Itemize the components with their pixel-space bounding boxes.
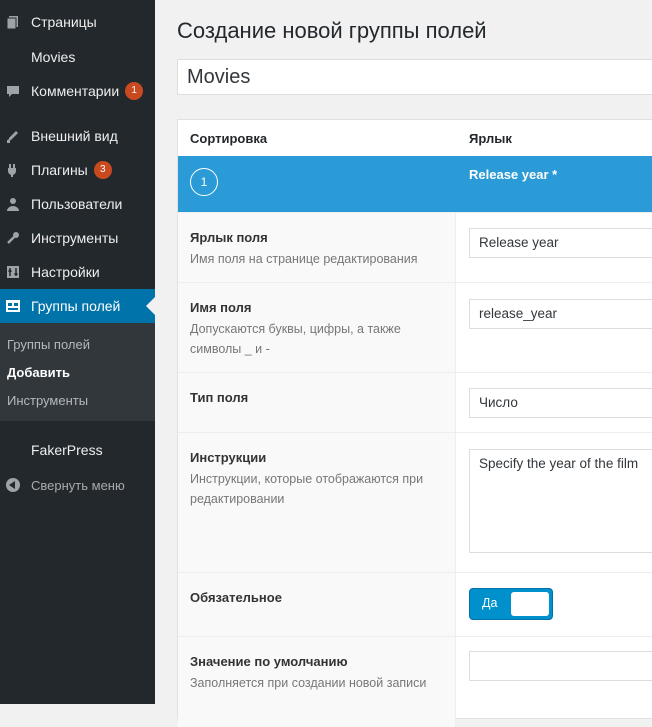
menu-label: Инструменты [31,230,119,246]
setting-title: Ярлык поля [190,230,268,245]
menu-item-movies[interactable]: Movies [0,40,155,74]
menu-label: Группы полей [31,298,121,314]
field-setting-instructions: Инструкции Инструкции, которые отображаю… [178,432,652,573]
wrench-icon [6,231,20,245]
instructions-textarea[interactable]: Specify the year of the film [469,449,652,553]
fields-table-header: Сортировка Ярлык [178,120,652,157]
column-header-label: Ярлык [469,131,512,146]
menu-item-fakerpress[interactable]: FakerPress [0,433,155,467]
field-order-number: 1 [190,168,218,196]
plugins-update-badge: 3 [93,161,112,179]
comments-count-badge: 1 [125,82,144,100]
collapse-arrow-icon [6,478,20,492]
setting-title: Обязательное [190,590,282,605]
menu-label: Страницы [31,14,97,30]
setting-title: Значение по умолчанию [190,654,348,669]
menu-item-comments[interactable]: Комментарии 1 [0,74,155,108]
fields-panel: Сортировка Ярлык 1 Release year * Ярлык … [177,119,652,727]
menu-label: Комментарии [31,83,120,99]
current-arrow [146,297,155,315]
field-type-select[interactable]: Число [469,388,652,418]
group-title-input[interactable]: Movies [177,59,652,95]
setting-title: Имя поля [190,300,252,315]
menu-label: Настройки [31,264,100,280]
field-groups-icon [6,299,20,313]
menu-label: FakerPress [31,442,103,458]
setting-description-line-1: Инструкции, которые отображаются при [190,472,424,486]
toggle-label: Да [482,596,498,610]
submenu-item-field-groups[interactable]: Группы полей [7,337,90,352]
field-name-input[interactable]: release_year [469,299,652,329]
collapse-label: Свернуть меню [31,477,125,493]
default-value-input[interactable] [469,651,652,681]
menu-item-tools[interactable]: Инструменты [0,221,155,255]
settings-icon [6,265,20,279]
comments-icon [6,84,20,98]
setting-description: Заполняется при создании новой записи [190,676,427,690]
menu-item-appearance[interactable]: Внешний вид [0,119,155,153]
field-title[interactable]: Release year * [469,167,557,182]
field-setting-default: Значение по умолчанию Заполняется при со… [178,636,652,727]
field-groups-submenu: Группы полей Добавить Инструменты [0,323,155,421]
setting-title: Инструкции [190,450,267,465]
field-setting-label: Ярлык поля Имя поля на странице редактир… [178,212,652,283]
page-title: Создание новой группы полей [177,18,487,43]
required-toggle[interactable]: Да [469,588,553,620]
admin-sidebar: Страницы Movies Комментарии 1 Внешний ви… [0,0,155,704]
menu-item-plugins[interactable]: Плагины 3 [0,153,155,187]
plugin-icon [6,163,20,177]
menu-item-users[interactable]: Пользователи [0,187,155,221]
submenu-item-add[interactable]: Добавить [7,365,70,380]
fakerpress-icon [6,443,20,457]
field-header-row[interactable]: 1 Release year * [178,156,652,212]
pages-icon [6,15,20,29]
column-header-order: Сортировка [190,131,268,146]
setting-label-column [178,573,456,637]
menu-label: Movies [31,49,76,65]
setting-description-line-2: редактировании [190,492,285,506]
field-label-input[interactable]: Release year [469,228,652,258]
setting-label-column [178,213,456,283]
setting-title: Тип поля [190,390,249,405]
menu-item-pages[interactable]: Страницы [0,5,155,39]
setting-description-line-2: символы _ и - [190,342,270,356]
menu-label: Внешний вид [31,128,118,144]
paintbrush-icon [6,129,20,143]
setting-description: Имя поля на странице редактирования [190,252,418,266]
menu-label: Пользователи [31,196,123,212]
movies-icon [6,50,20,64]
field-setting-name: Имя поля Допускаются буквы, цифры, а так… [178,282,652,373]
menu-label: Плагины [31,162,88,178]
toggle-knob [511,592,549,616]
field-setting-type: Тип поля Число [178,372,652,433]
setting-description-line-1: Допускаются буквы, цифры, а также [190,322,401,336]
menu-item-field-groups[interactable]: Группы полей [0,289,155,323]
submenu-item-tools[interactable]: Инструменты [7,393,88,408]
collapse-menu-button[interactable]: Свернуть меню [0,474,155,496]
field-setting-required: Обязательное Да [178,572,652,637]
menu-item-settings[interactable]: Настройки [0,255,155,289]
user-icon [6,197,20,211]
